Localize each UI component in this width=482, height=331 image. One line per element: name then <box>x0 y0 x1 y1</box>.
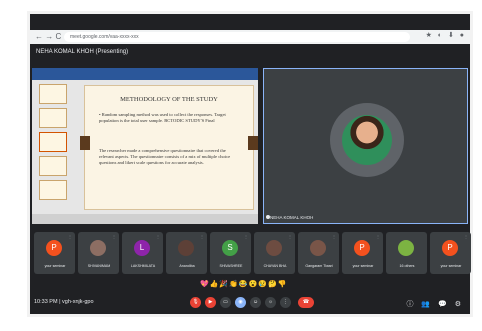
slide-thumbnail-active[interactable] <box>39 132 67 152</box>
participant-name: your seminar <box>440 264 462 268</box>
avatar: P <box>46 240 62 256</box>
speaker-name: NEHA KOMAL KHOH <box>270 215 314 220</box>
participant-name: your seminar <box>44 264 66 268</box>
camera-off-button[interactable]: ▶ <box>205 297 216 308</box>
participant-name: SHIVANIMAM <box>87 264 111 268</box>
participant-name: Anandiba <box>179 264 195 268</box>
more-options-icon[interactable]: ⋮ <box>156 234 160 239</box>
browser-nav-icons[interactable]: ← → C <box>35 32 61 41</box>
main-slide: METHODOLOGY OF THE STUDY • Random sampli… <box>80 85 258 210</box>
more-options-icon[interactable]: ⋮ <box>68 234 72 239</box>
end-call-button[interactable]: ☎ <box>298 297 314 308</box>
avatar: L <box>134 240 150 256</box>
presenting-title: NEHA KOMAL KHOH (Presenting) <box>36 49 129 55</box>
slide-thumbnail[interactable] <box>39 180 67 200</box>
participant-tile[interactable]: S ⋮ SHIVASHREE <box>210 232 251 274</box>
slide-bullet-2: The researcher made a comprehensive ques… <box>99 148 231 165</box>
raise-hand-button[interactable]: ☺ <box>250 297 261 308</box>
slide-thumbnail[interactable] <box>39 108 67 128</box>
presenting-header: NEHA KOMAL KHOH (Presenting) <box>30 46 470 60</box>
avatar <box>310 240 326 256</box>
participant-tile[interactable]: P ⋮ your seminar <box>430 232 471 274</box>
slide-bullet-1: • Random sampling method was used to col… <box>99 112 226 123</box>
more-options-icon[interactable]: ⋮ <box>244 234 248 239</box>
participant-name: Gangaram Tiwari <box>305 264 333 268</box>
more-options-icon[interactable]: ⋮ <box>288 234 292 239</box>
more-options-icon[interactable]: ⋮ <box>332 234 336 239</box>
participant-tile[interactable]: ⋮ CHAYAN BHA <box>254 232 295 274</box>
slide-decoration-left <box>80 136 90 150</box>
presentation-toolbar <box>32 68 258 80</box>
reaction-bar[interactable]: 💖👍🎉👏😂😮😢🤔👎 <box>200 280 287 288</box>
meeting-time-code: 10:33 PM | vgh-xnjk-gpo <box>34 299 94 305</box>
avatar: P <box>354 240 370 256</box>
presentation-statusbar <box>32 214 258 224</box>
extension-icons[interactable]: ★ ◐ ⬇ ● <box>426 31 466 39</box>
participant-tile[interactable]: P ⋮ your seminar <box>342 232 383 274</box>
active-speaker-tile[interactable]: NEHA KOMAL KHOH <box>263 68 468 224</box>
meet-window: ← → C meet.google.com/vaa-xxxx-xxx ★ ◐ ⬇… <box>30 14 471 314</box>
meet-controls-bar: 10:33 PM | vgh-xnjk-gpo 🎙 ▶ ▭ ◉ ☺ ☼ ⋮ ☎ … <box>30 292 470 314</box>
participant-tile[interactable]: ⋮ Gangaram Tiwari <box>298 232 339 274</box>
participant-tile-others[interactable]: 16 others <box>386 232 427 274</box>
more-options-button[interactable]: ⋮ <box>280 297 291 308</box>
participant-tile[interactable]: P ⋮ your seminar <box>34 232 75 274</box>
emoji-button[interactable]: ☼ <box>265 297 276 308</box>
avatar: S <box>222 240 238 256</box>
present-button[interactable]: ◉ <box>235 297 246 308</box>
participant-name: LAKSHMILATA <box>130 264 156 268</box>
address-bar[interactable]: meet.google.com/vaa-xxxx-xxx <box>64 32 410 42</box>
browser-toolbar: ← → C meet.google.com/vaa-xxxx-xxx ★ ◐ ⬇… <box>30 30 470 44</box>
participant-tile[interactable]: L ⋮ LAKSHMILATA <box>122 232 163 274</box>
slide-heading: METHODOLOGY OF THE STUDY <box>120 96 218 103</box>
avatar <box>178 240 194 256</box>
shared-screen[interactable]: METHODOLOGY OF THE STUDY • Random sampli… <box>32 68 258 224</box>
avatar: P <box>442 240 458 256</box>
more-options-icon[interactable]: ⋮ <box>200 234 204 239</box>
participant-name: SHIVASHREE <box>219 264 243 268</box>
participant-name: 16 others <box>399 264 415 268</box>
slide-decoration-right <box>248 136 258 150</box>
participant-strip: P ⋮ your seminar ⋮ SHIVANIMAM L ⋮ LAKSHM… <box>34 232 471 274</box>
slide-thumbnails <box>35 84 69 220</box>
more-options-icon[interactable]: ⋮ <box>376 234 380 239</box>
participant-tile[interactable]: ⋮ Anandiba <box>166 232 207 274</box>
avatar <box>266 240 282 256</box>
participant-name: CHAYAN BHA <box>263 264 287 268</box>
avatar <box>90 240 106 256</box>
slide-thumbnail[interactable] <box>39 84 67 104</box>
captions-button[interactable]: ▭ <box>220 297 231 308</box>
meeting-tools-icons[interactable]: ⓘ 👥 💬 ⚙ <box>406 299 464 309</box>
participant-tile[interactable]: ⋮ SHIVANIMAM <box>78 232 119 274</box>
mic-off-button[interactable]: 🎙 <box>190 297 201 308</box>
speaker-avatar <box>342 115 392 165</box>
slide-thumbnail[interactable] <box>39 156 67 176</box>
avatar <box>398 240 414 256</box>
more-options-icon[interactable]: ⋮ <box>112 234 116 239</box>
more-options-icon[interactable]: ⋮ <box>464 234 468 239</box>
participant-name: your seminar <box>352 264 374 268</box>
